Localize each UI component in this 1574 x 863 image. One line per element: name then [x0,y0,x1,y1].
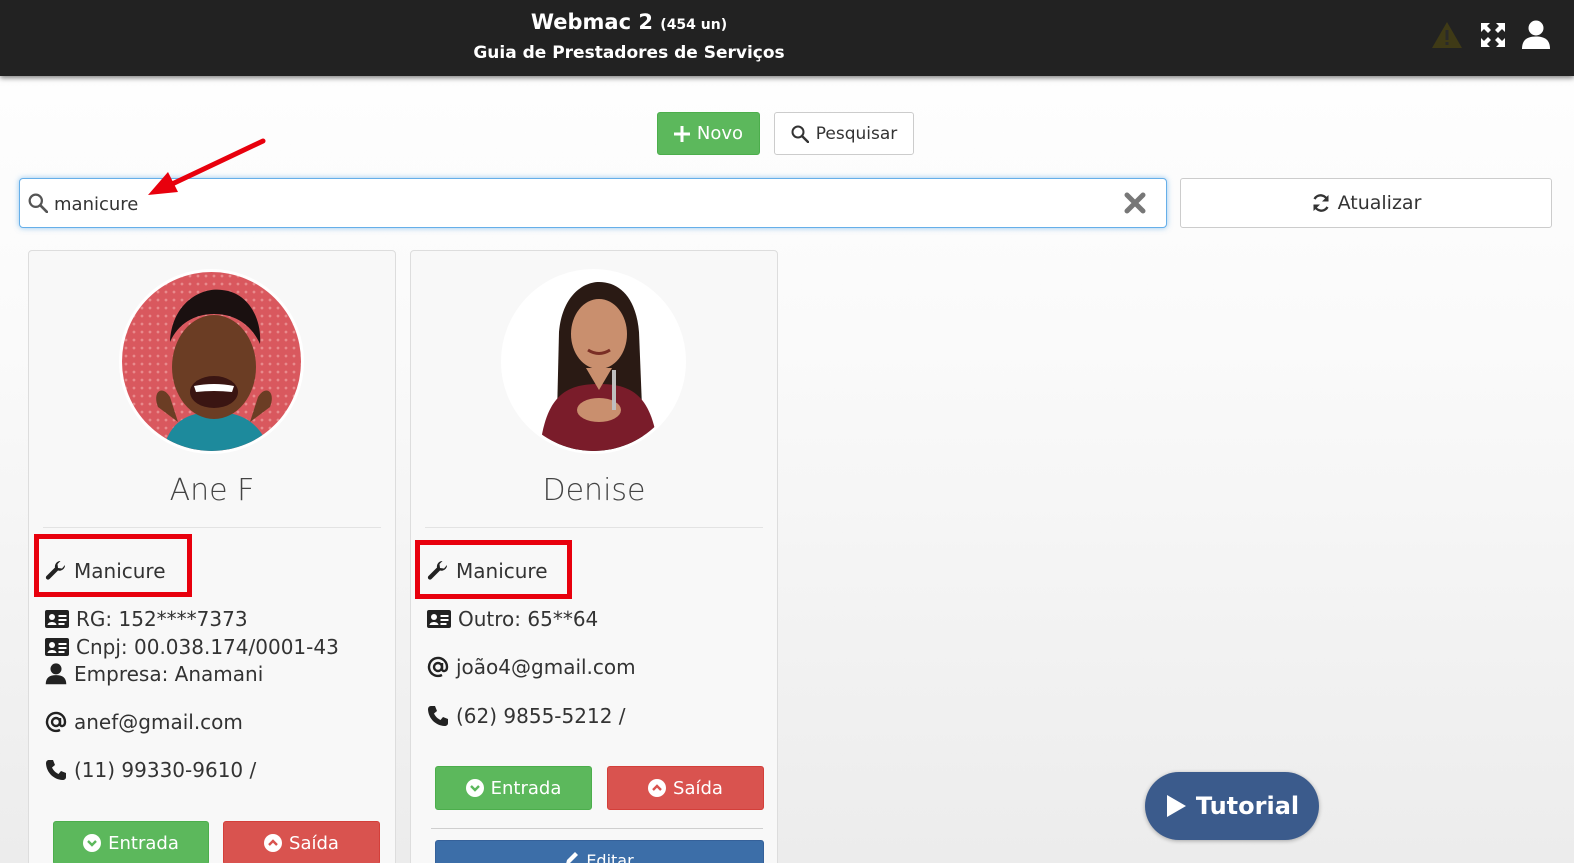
phone-info: (11) 99330-9610 / [45,758,256,782]
divider [431,828,763,829]
edit-button[interactable]: Editar [435,840,764,863]
divider [425,527,763,528]
rg-text: RG: 152****7373 [76,607,248,631]
email-info: joão4@gmail.com [427,655,636,679]
id-card-icon [45,610,69,628]
chevron-down-circle-icon [465,779,484,797]
phone-text: (11) 99330-9610 / [74,758,257,782]
app-title: Webmac 2 (454 un) [0,8,1258,39]
user-icon [45,663,67,685]
divider [43,527,381,528]
refresh-icon [1312,194,1329,212]
chevron-up-circle-icon [264,834,283,852]
other-document-info: Outro: 65**64 [427,607,598,631]
cnpj-text: Cnpj: 00.038.174/0001-43 [76,635,339,659]
record-count: (454 un) [660,17,728,33]
plus-icon [673,125,690,142]
header-title-block: Webmac 2 (454 un) Guia de Prestadores de… [0,8,1258,67]
refresh-button[interactable]: Atualizar [1180,178,1552,228]
company-info: Empresa: Anamani [45,662,263,686]
tutorial-label: Tutorial [1195,792,1300,820]
company-text: Empresa: Anamani [74,662,264,686]
phone-icon [428,706,448,726]
phone-icon [46,760,66,780]
phone-text: (62) 9855-5212 / [456,704,626,728]
chevron-up-circle-icon [648,779,667,797]
email-text: joão4@gmail.com [456,655,636,679]
new-button[interactable]: Novo [657,112,760,155]
entry-button[interactable]: Entrada [435,766,592,810]
user-icon[interactable] [1519,18,1553,52]
search-input[interactable] [54,189,1104,219]
search-button[interactable]: Pesquisar [774,112,914,155]
id-card-icon [427,610,451,628]
email-text: anef@gmail.com [74,710,243,734]
pencil-icon [566,852,579,863]
tutorial-button[interactable]: Tutorial [1145,772,1319,840]
clear-search-icon[interactable] [1124,192,1146,218]
at-icon [45,711,67,733]
cnpj-info: Cnpj: 00.038.174/0001-43 [45,635,339,659]
search-field[interactable] [19,178,1167,228]
entry-button-label: Entrada [108,832,179,854]
avatar [119,269,304,454]
edit-button-label: Editar [586,851,634,863]
at-icon [427,656,449,678]
provider-name: Denise [542,473,646,508]
highlight-box [34,534,192,597]
fullscreen-icon[interactable] [1476,18,1510,52]
provider-name: Ane F [169,473,255,508]
avatar [501,269,686,454]
chevron-down-circle-icon [83,834,102,852]
other-document-text: Outro: 65**64 [458,607,599,631]
exit-button-label: Saída [673,777,723,799]
page-subtitle: Guia de Prestadores de Serviços [473,43,785,63]
exit-button[interactable]: Saída [607,766,764,810]
top-bar: Webmac 2 (454 un) Guia de Prestadores de… [0,0,1574,76]
search-icon [791,125,809,143]
refresh-button-label: Atualizar [1337,192,1422,214]
entry-button[interactable]: Entrada [53,821,209,863]
play-icon [1166,795,1186,817]
email-info: anef@gmail.com [45,710,243,734]
highlight-box [415,540,572,599]
id-card-icon [45,638,69,656]
new-button-label: Novo [696,123,744,144]
search-button-label: Pesquisar [815,123,898,144]
search-icon [28,193,49,217]
exit-button-label: Saída [289,832,339,854]
phone-info: (62) 9855-5212 / [427,704,626,728]
warning-icon[interactable] [1430,18,1464,52]
app-title-text: Webmac 2 [530,10,653,34]
rg-info: RG: 152****7373 [45,607,248,631]
entry-button-label: Entrada [490,777,562,799]
exit-button[interactable]: Saída [223,821,380,863]
